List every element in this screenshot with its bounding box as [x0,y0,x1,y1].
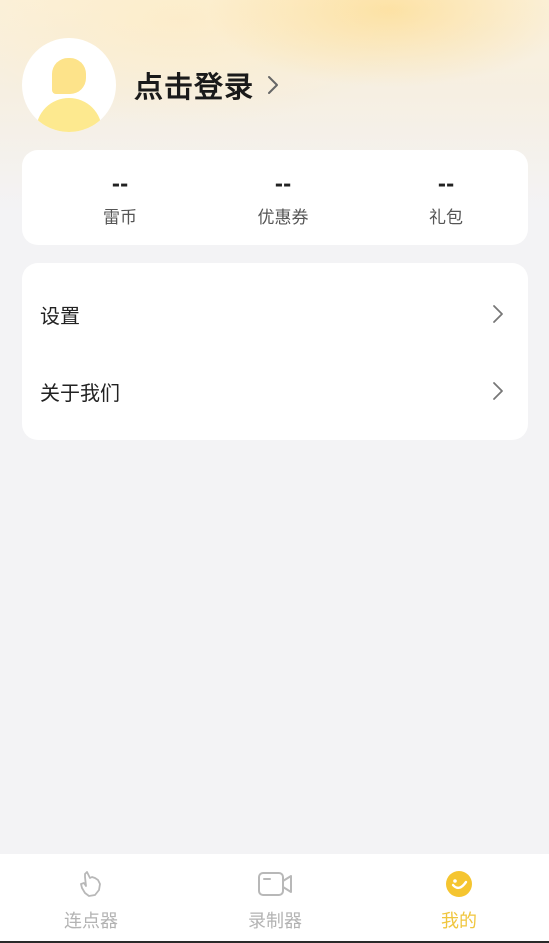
stat-value: -- [111,172,129,196]
stat-value: -- [274,172,292,196]
smiley-face-icon [446,871,472,897]
menu-item-label: 关于我们 [40,380,120,405]
profile-header[interactable]: 点击登录 [22,38,280,132]
stat-value: -- [437,172,455,196]
user-avatar-icon [52,58,86,94]
menu-item-settings[interactable]: 设置 [22,276,528,352]
stat-gifts[interactable]: -- 礼包 [386,150,506,245]
app-root: 点击登录 -- 雷币 -- 优惠券 -- 礼包 设置 关于我们 连点器 录制器 … [0,0,549,943]
menu-item-label: 设置 [40,303,80,328]
tab-label: 录制器 [248,911,302,932]
stat-coins[interactable]: -- 雷币 [60,150,180,245]
login-link[interactable]: 点击登录 [134,64,254,106]
avatar-body-shape [36,98,102,132]
tap-hand-icon [80,871,101,897]
stat-label: 雷币 [103,208,137,228]
stat-coupons[interactable]: -- 优惠券 [223,150,343,245]
avatar[interactable] [22,38,116,132]
video-camera-icon [258,872,292,896]
tab-clicker[interactable]: 连点器 [21,854,161,941]
chevron-right-icon [493,305,503,323]
tab-label: 我的 [441,911,477,932]
stat-label: 礼包 [429,208,463,228]
stat-label: 优惠券 [257,208,309,228]
bottom-tab-bar: 连点器 录制器 我的 [0,854,549,943]
stats-card: -- 雷币 -- 优惠券 -- 礼包 [22,150,528,245]
menu-item-about-us[interactable]: 关于我们 [22,353,528,429]
chevron-right-icon [493,382,503,400]
tab-mine[interactable]: 我的 [389,854,529,941]
chevron-right-icon [268,76,279,94]
tab-label: 连点器 [64,911,118,932]
tab-recorder[interactable]: 录制器 [205,854,345,941]
menu-card: 设置 关于我们 [22,263,528,440]
